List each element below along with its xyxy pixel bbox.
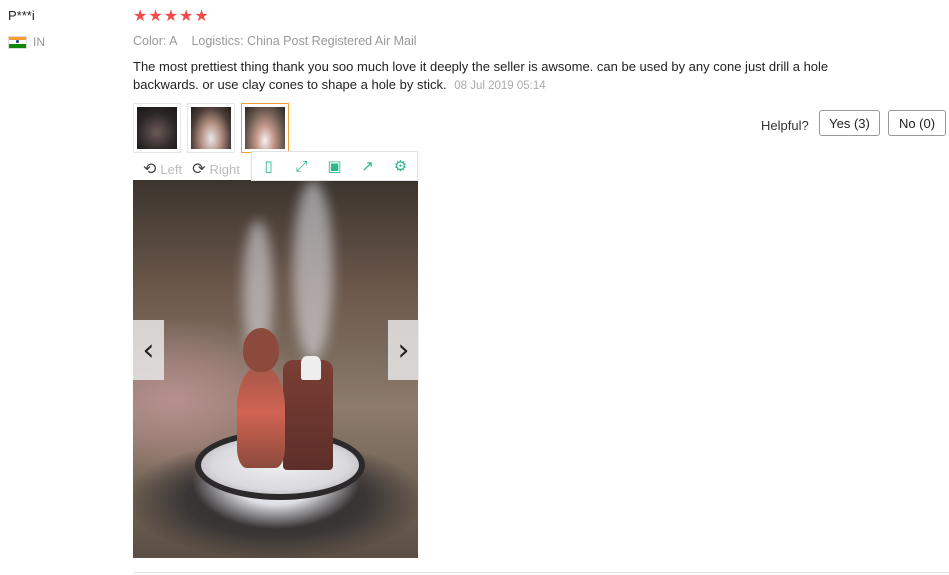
india-flag-icon bbox=[8, 35, 27, 49]
rotate-left-button[interactable]: ⟲ Left bbox=[143, 159, 182, 179]
rotate-right-button[interactable]: ⟳ Right bbox=[192, 159, 240, 179]
review-photo-viewer bbox=[133, 180, 418, 558]
next-photo-button[interactable]: › bbox=[388, 320, 419, 380]
review-divider bbox=[133, 572, 949, 573]
reviewer-country: IN bbox=[8, 35, 45, 49]
star-icon: ★ bbox=[163, 8, 179, 25]
review-meta: Color: A Logistics: China Post Registere… bbox=[133, 34, 417, 48]
thumbnail-photo-1[interactable] bbox=[133, 103, 181, 153]
country-code: IN bbox=[33, 35, 45, 49]
settings-icon[interactable]: ⚙ bbox=[391, 157, 411, 175]
review-date: 08 Jul 2019 05:14 bbox=[454, 80, 546, 92]
thumbnail-photo-3[interactable] bbox=[241, 103, 289, 153]
star-icon: ★ bbox=[148, 8, 163, 25]
rotate-left-icon: ⟲ bbox=[143, 161, 157, 178]
thumbnail-photo-2[interactable] bbox=[187, 103, 235, 153]
star-icon: ★ bbox=[133, 8, 148, 25]
viewer-toolbar: ⟲ Left ⟳ Right ▯ ⤢ ▣ ↗ ⚙ bbox=[133, 151, 418, 181]
rotate-right-icon: ⟳ bbox=[192, 161, 206, 178]
buddha-figure bbox=[235, 328, 285, 468]
star-icon: ★ bbox=[179, 8, 194, 25]
fullscreen-icon[interactable]: ⤢ bbox=[292, 158, 312, 175]
helpful-yes-button[interactable]: Yes (3) bbox=[819, 110, 880, 136]
review-body: The most prettiest thing thank you soo m… bbox=[133, 58, 863, 95]
save-icon[interactable]: ▣ bbox=[325, 157, 345, 175]
reviewer-name: P***i bbox=[8, 8, 35, 23]
chevron-left-icon: ‹ bbox=[142, 332, 155, 368]
star-rating: ★ ★ ★ ★ ★ bbox=[133, 8, 209, 26]
share-icon[interactable]: ↗ bbox=[358, 157, 378, 175]
helpful-no-button[interactable]: No (0) bbox=[888, 110, 946, 136]
fit-screen-icon[interactable]: ▯ bbox=[259, 157, 279, 175]
chevron-right-icon: › bbox=[397, 332, 410, 368]
helpful-label: Helpful? bbox=[761, 118, 809, 133]
previous-photo-button[interactable]: ‹ bbox=[133, 320, 164, 380]
star-icon: ★ bbox=[194, 8, 209, 25]
image-tools: ▯ ⤢ ▣ ↗ ⚙ bbox=[251, 151, 418, 181]
color-option: Color: A bbox=[133, 34, 178, 48]
photo-thumbnails bbox=[133, 103, 289, 153]
logistics-info: Logistics: China Post Registered Air Mai… bbox=[191, 34, 417, 48]
